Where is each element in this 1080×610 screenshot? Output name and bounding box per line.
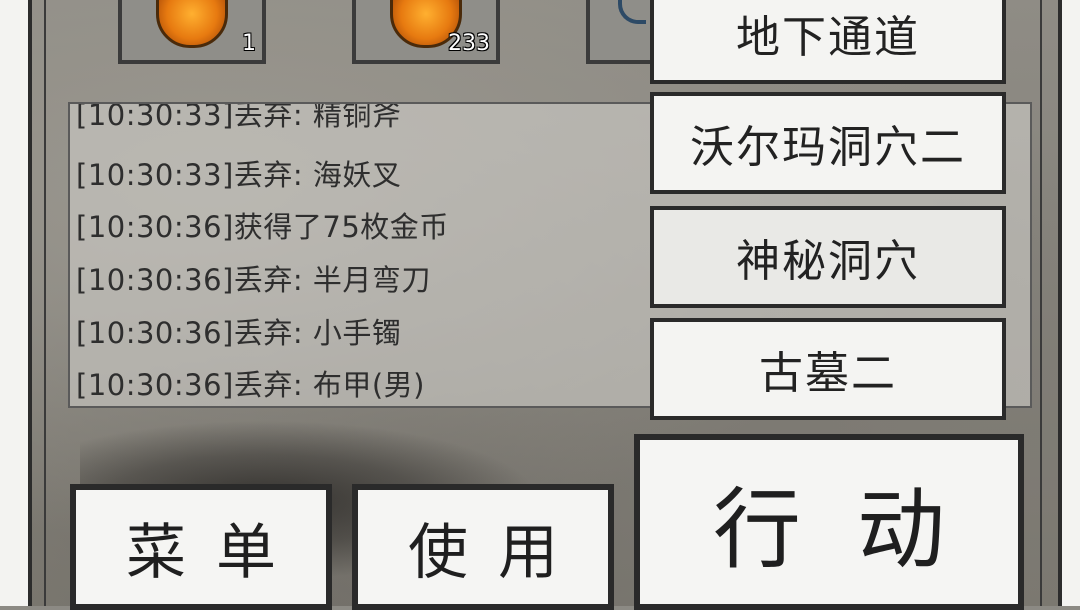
location-option-1[interactable]: 地下通道: [650, 0, 1006, 84]
log-line: [10:30:33]丢弃: 精铜斧: [76, 102, 402, 132]
staff-icon: [618, 0, 646, 24]
item-count: 233: [448, 31, 490, 56]
log-line: [10:30:33]丢弃: 海妖叉: [76, 158, 402, 192]
right-border: [1058, 0, 1080, 606]
log-line: [10:30:36]获得了75枚金币: [76, 210, 449, 244]
right-inner-line: [1040, 0, 1042, 606]
inventory-slot-1[interactable]: 1: [118, 0, 266, 64]
left-border: [0, 0, 32, 606]
menu-button[interactable]: 菜单: [70, 484, 332, 610]
location-option-4[interactable]: 古墓二: [650, 318, 1006, 420]
action-button[interactable]: 行动: [634, 434, 1024, 610]
log-line: [10:30:36]丢弃: 小手镯: [76, 316, 402, 350]
location-option-3[interactable]: 神秘洞穴: [650, 206, 1006, 308]
amber-potion-icon: [156, 0, 228, 48]
left-inner-line: [44, 0, 46, 606]
inventory-slot-2[interactable]: 233: [352, 0, 500, 64]
log-line: [10:30:36]丢弃: 半月弯刀: [76, 263, 431, 297]
use-button[interactable]: 使用: [352, 484, 614, 610]
location-option-2[interactable]: 沃尔玛洞穴二: [650, 92, 1006, 194]
item-count: 1: [242, 31, 256, 56]
log-line: [10:30:36]丢弃: 布甲(男): [76, 368, 425, 402]
